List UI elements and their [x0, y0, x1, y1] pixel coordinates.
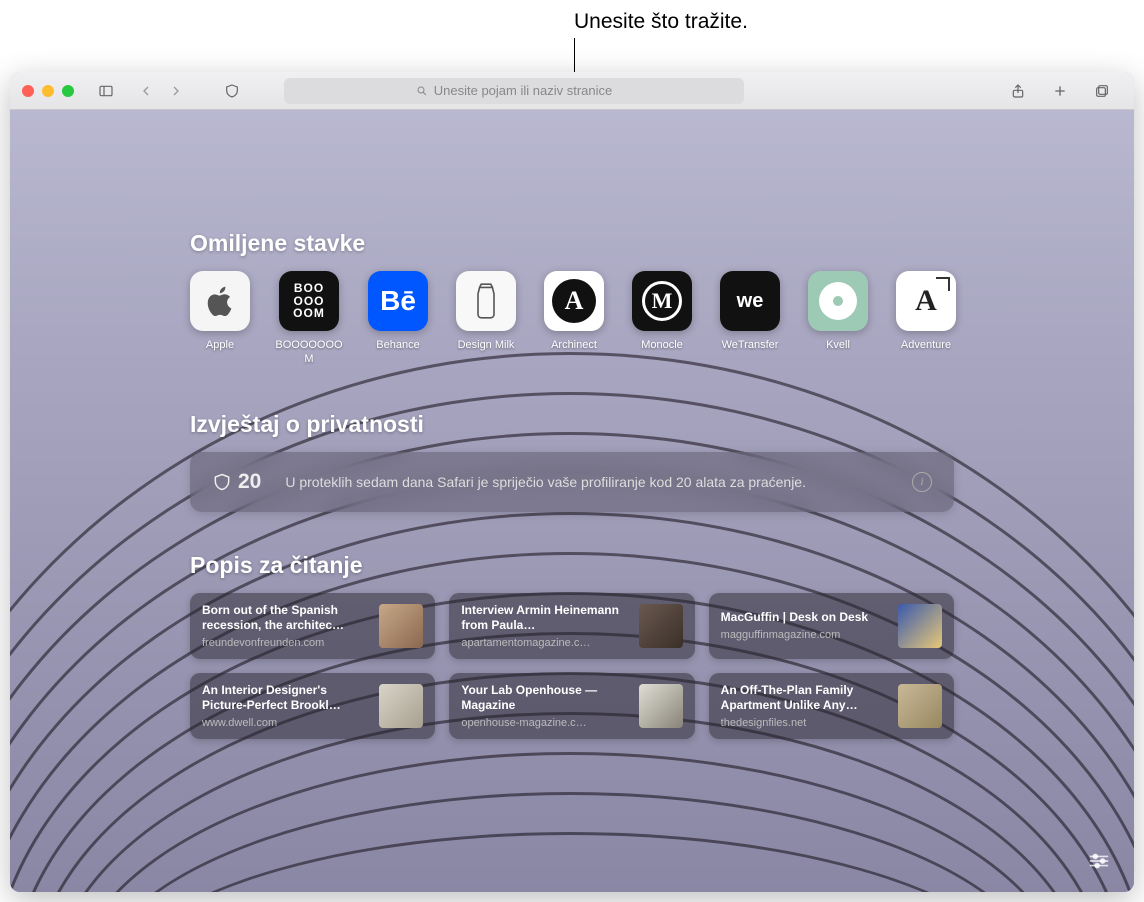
reading-item-title: Born out of the Spanish recession, the a… — [202, 603, 369, 634]
favorite-label: BOOOOOOOM — [274, 339, 344, 367]
behance-icon: Bē — [368, 271, 428, 331]
reading-item-url: www.dwell.com — [202, 717, 369, 729]
customize-start-page-button[interactable] — [1088, 852, 1116, 876]
sidebar-icon — [98, 83, 114, 99]
reading-item-url: magguffinmagazine.com — [721, 629, 888, 641]
reading-list-item[interactable]: Born out of the Spanish recession, the a… — [190, 593, 435, 659]
favorite-design-milk[interactable]: Design Milk — [456, 271, 516, 367]
reading-item-url: freundevonfreunden.com — [202, 637, 369, 649]
search-icon — [416, 85, 428, 97]
back-button[interactable] — [132, 79, 160, 103]
reading-item-title: MacGuffin | Desk on Desk — [721, 610, 888, 626]
reading-item-title: An Off-The-Plan Family Apartment Unlike … — [721, 683, 888, 714]
maximize-window-button[interactable] — [62, 85, 74, 97]
apple-icon — [190, 271, 250, 331]
address-bar[interactable]: Unesite pojam ili naziv stranice — [284, 78, 744, 104]
privacy-description: U proteklih sedam dana Safari je spriječ… — [285, 474, 912, 490]
reading-item-thumbnail — [379, 684, 423, 728]
reading-item-title: Interview Armin Heinemann from Paula… — [461, 603, 628, 634]
booooooom-icon: BOOOOOOOM — [279, 271, 339, 331]
reading-item-title: An Interior Designer's Picture-Perfect B… — [202, 683, 369, 714]
tracker-count: 20 — [238, 470, 261, 494]
reading-list-title: Popis za čitanje — [190, 552, 954, 579]
address-placeholder: Unesite pojam ili naziv stranice — [434, 83, 612, 98]
favorites-row: Apple BOOOOOOOM BOOOOOOOM Bē Behance — [190, 271, 954, 367]
shield-icon — [224, 83, 240, 99]
window-controls — [22, 85, 74, 97]
shield-icon — [212, 471, 232, 493]
reading-list-grid: Born out of the Spanish recession, the a… — [190, 593, 954, 739]
favorite-label: Apple — [206, 339, 234, 353]
reading-item-url: apartamentomagazine.c… — [461, 637, 628, 649]
privacy-title: Izvještaj o privatnosti — [190, 411, 954, 438]
reading-item-thumbnail — [639, 684, 683, 728]
info-button[interactable]: i — [912, 472, 932, 492]
favorite-kvell[interactable]: Kvell — [808, 271, 868, 367]
new-tab-button[interactable] — [1046, 79, 1074, 103]
content-inner: Omiljene stavke Apple BOOOOOOOM BOOOOOOO… — [10, 110, 1134, 779]
reading-item-title: Your Lab Openhouse — Magazine — [461, 683, 628, 714]
reading-item-url: thedesignfiles.net — [721, 717, 888, 729]
share-icon — [1010, 83, 1026, 99]
privacy-report-button[interactable] — [218, 79, 246, 103]
safari-window: Unesite pojam ili naziv stranice — [10, 72, 1134, 892]
favorite-label: Archinect — [551, 339, 597, 353]
share-button[interactable] — [1004, 79, 1032, 103]
favorites-title: Omiljene stavke — [190, 230, 954, 257]
archinect-icon: A — [544, 271, 604, 331]
reading-list-item[interactable]: Your Lab Openhouse — Magazine openhouse-… — [449, 673, 694, 739]
sidebar-toggle-button[interactable] — [92, 79, 120, 103]
favorite-monocle[interactable]: M Monocle — [632, 271, 692, 367]
callout-label: Unesite što tražite. — [574, 10, 748, 34]
favorite-label: Adventure — [901, 339, 951, 353]
favorite-wetransfer[interactable]: we WeTransfer — [720, 271, 780, 367]
reading-item-url: openhouse-magazine.c… — [461, 717, 628, 729]
close-window-button[interactable] — [22, 85, 34, 97]
design-milk-icon — [456, 271, 516, 331]
adventure-icon: A — [896, 271, 956, 331]
favorite-label: Design Milk — [458, 339, 515, 353]
favorite-apple[interactable]: Apple — [190, 271, 250, 367]
favorite-label: WeTransfer — [722, 339, 779, 353]
plus-icon — [1052, 83, 1068, 99]
reading-item-thumbnail — [379, 604, 423, 648]
nav-buttons — [132, 79, 190, 103]
reading-item-thumbnail — [898, 684, 942, 728]
favorite-booooooom[interactable]: BOOOOOOOM BOOOOOOOM — [278, 271, 340, 367]
sliders-icon — [1088, 852, 1110, 870]
favorite-behance[interactable]: Bē Behance — [368, 271, 428, 367]
minimize-window-button[interactable] — [42, 85, 54, 97]
toolbar: Unesite pojam ili naziv stranice — [10, 72, 1134, 110]
monocle-icon: M — [632, 271, 692, 331]
kvell-icon — [808, 271, 868, 331]
chevron-left-icon — [138, 83, 154, 99]
start-page: Omiljene stavke Apple BOOOOOOOM BOOOOOOO… — [10, 110, 1134, 892]
reading-list-item[interactable]: MacGuffin | Desk on Desk magguffinmagazi… — [709, 593, 954, 659]
forward-button[interactable] — [162, 79, 190, 103]
favorite-label: Monocle — [641, 339, 683, 353]
reading-item-thumbnail — [898, 604, 942, 648]
tabs-icon — [1094, 83, 1110, 99]
tabs-overview-button[interactable] — [1088, 79, 1116, 103]
privacy-report-card[interactable]: 20 U proteklih sedam dana Safari je spri… — [190, 452, 954, 512]
favorite-label: Behance — [376, 339, 419, 353]
favorite-label: Kvell — [826, 339, 850, 353]
privacy-count: 20 — [212, 470, 261, 494]
chevron-right-icon — [168, 83, 184, 99]
reading-list-item[interactable]: An Off-The-Plan Family Apartment Unlike … — [709, 673, 954, 739]
favorite-adventure[interactable]: A Adventure — [896, 271, 956, 367]
favorite-archinect[interactable]: A Archinect — [544, 271, 604, 367]
reading-list-item[interactable]: An Interior Designer's Picture-Perfect B… — [190, 673, 435, 739]
toolbar-right — [1004, 79, 1116, 103]
reading-list-item[interactable]: Interview Armin Heinemann from Paula… ap… — [449, 593, 694, 659]
wetransfer-icon: we — [720, 271, 780, 331]
reading-item-thumbnail — [639, 604, 683, 648]
